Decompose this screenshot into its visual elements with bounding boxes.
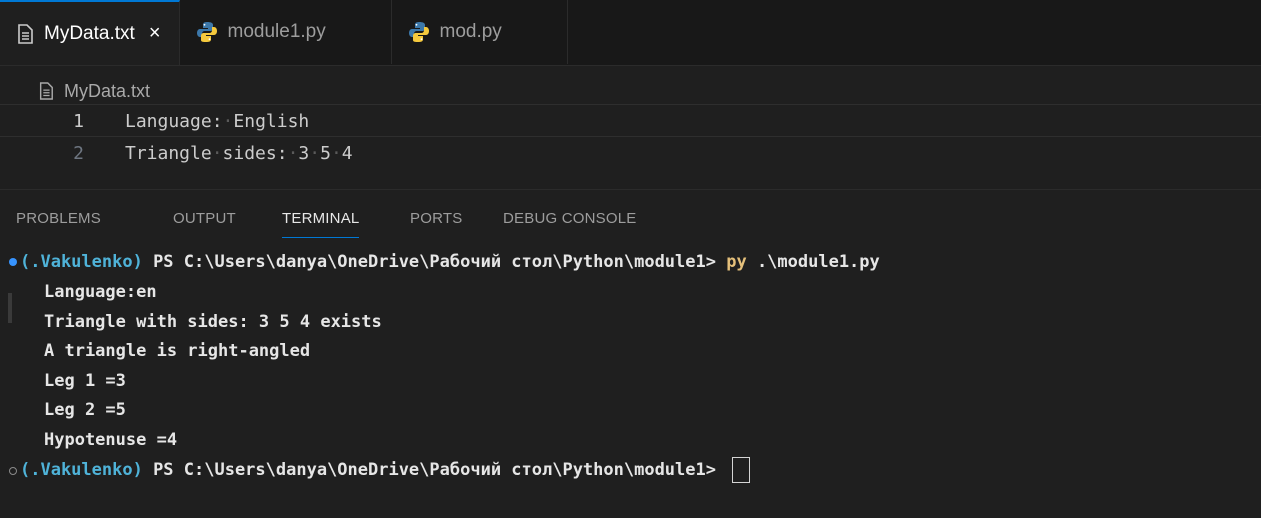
tab-output[interactable]: OUTPUT [173,210,236,227]
terminal-output-line: Hypotenuse =4 [44,430,178,450]
tab-debug-console[interactable]: DEBUG CONSOLE [503,210,636,227]
close-icon[interactable]: × [149,22,161,45]
command-pending-dot[interactable] [9,467,17,475]
command-text: py [726,252,747,272]
breadcrumb[interactable]: MyData.txt [38,78,150,104]
tab-terminal[interactable]: TERMINAL [282,210,360,238]
terminal-prompt-line: (.Vakulenko) PS C:\Users\danya\OneDrive\… [20,248,880,277]
file-text-icon [38,82,54,100]
line-number: 1 [73,111,84,132]
scrollbar-marker [8,293,12,323]
terminal-prompt-line: (.Vakulenko) PS C:\Users\danya\OneDrive\… [20,456,751,485]
tab-problems[interactable]: PROBLEMS [16,210,101,227]
terminal-output-line: Leg 1 =3 [44,371,126,391]
command-success-dot[interactable] [9,258,17,266]
python-icon [196,21,218,43]
line-text: Language:·English [125,111,310,132]
line-text: Triangle·sides:·3·5·4 [125,143,353,164]
editor-line[interactable]: 2 Triangle·sides:·3·5·4 [0,137,1261,170]
venv-label: (.Vakulenko) [20,252,143,272]
tab-ports[interactable]: PORTS [410,210,462,227]
editor-line[interactable]: 1 Language:·English [0,104,1261,137]
file-text-icon [16,23,34,44]
terminal-output-line: Leg 2 =5 [44,400,126,420]
prompt-path: PS C:\Users\danya\OneDrive\Рабочий стол\… [142,460,727,480]
editor-tab-bar: MyData.txt × module1.py mod.py [0,0,1261,66]
tab-label: mod.py [439,21,502,42]
tab-label: module1.py [227,21,326,42]
terminal-cursor [732,457,751,483]
tab-module1-py[interactable]: module1.py [180,0,392,64]
tab-mod-py[interactable]: mod.py [392,0,568,64]
text-editor[interactable]: 1 Language:·English 2 Triangle·sides:·3·… [0,104,1261,188]
terminal-output-line: A triangle is right-angled [44,341,311,361]
prompt-path: PS C:\Users\danya\OneDrive\Рабочий стол\… [142,252,727,272]
python-icon [408,21,430,43]
terminal-output-line: Triangle with sides: 3 5 4 exists [44,312,382,332]
line-number: 2 [73,143,84,164]
venv-label: (.Vakulenko) [20,460,143,480]
tab-mydata-txt[interactable]: MyData.txt × [0,0,180,65]
breadcrumb-file: MyData.txt [64,80,151,101]
command-args: .\module1.py [746,252,880,272]
panel-tab-bar: PROBLEMS OUTPUT TERMINAL PORTS DEBUG CON… [0,189,1261,246]
tab-label: MyData.txt [44,22,135,44]
terminal-output-line: Language:en [44,282,157,302]
terminal[interactable]: (.Vakulenko) PS C:\Users\danya\OneDrive\… [0,246,1261,518]
